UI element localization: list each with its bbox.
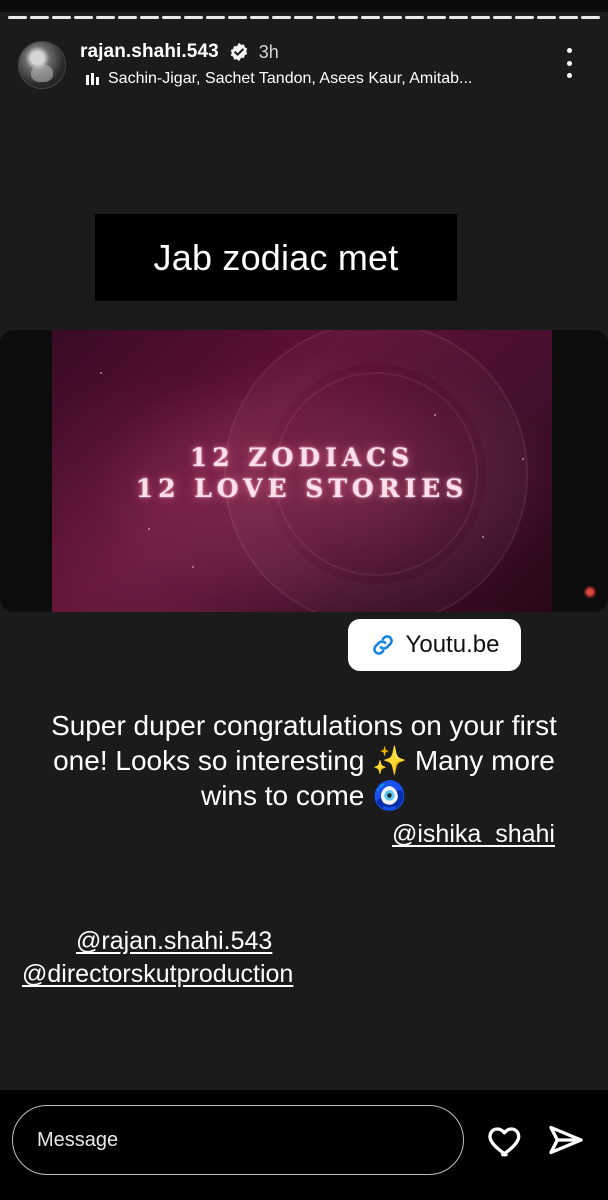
video-thumbnail[interactable]: 12 ZODIACS 12 LOVE STORIES xyxy=(52,330,552,612)
mention-directorskut[interactable]: @directorskutproduction xyxy=(22,960,293,989)
music-bars-icon xyxy=(86,73,100,85)
link-icon xyxy=(370,632,396,658)
progress-segment xyxy=(228,16,248,19)
music-text: Sachin-Jigar, Sachet Tandon, Asees Kaur,… xyxy=(108,70,473,87)
progress-segment xyxy=(558,16,578,19)
progress-segment xyxy=(96,16,116,19)
story-progress xyxy=(8,16,600,20)
thumbnail-title: 12 ZODIACS 12 LOVE STORIES xyxy=(52,442,552,504)
progress-segment xyxy=(162,16,182,19)
music-attribution[interactable]: Sachin-Jigar, Sachet Tandon, Asees Kaur,… xyxy=(86,70,556,88)
heart-icon[interactable] xyxy=(486,1121,526,1161)
progress-segment xyxy=(470,16,490,19)
message-placeholder: Message xyxy=(37,1128,119,1151)
sparkle xyxy=(192,566,194,568)
user-row: rajan.shahi.543 3h xyxy=(80,40,279,64)
progress-segment xyxy=(426,16,446,19)
link-sticker[interactable]: Youtu.be xyxy=(348,619,521,671)
thumbnail-line-1: 12 ZODIACS xyxy=(189,443,415,472)
username[interactable]: rajan.shahi.543 xyxy=(80,41,219,63)
post-time: 3h xyxy=(258,41,279,62)
progress-segment xyxy=(206,16,226,19)
mention-rajan[interactable]: @rajan.shahi.543 xyxy=(76,927,272,956)
media-indicator-icon xyxy=(584,586,596,598)
message-input[interactable]: Message xyxy=(12,1105,464,1175)
progress-segment xyxy=(448,16,468,19)
progress-segment xyxy=(250,16,270,19)
title-text: Jab zodiac met xyxy=(153,236,399,278)
progress-segment xyxy=(382,16,402,19)
title-sticker: Jab zodiac met xyxy=(95,214,457,301)
progress-segment xyxy=(338,16,358,19)
progress-segment xyxy=(580,16,600,19)
send-icon[interactable] xyxy=(546,1120,586,1160)
progress-segment xyxy=(360,16,380,19)
progress-segment xyxy=(30,16,50,19)
caption-text: Super duper congratulations on your firs… xyxy=(51,710,557,811)
thumbnail-line-2: 12 LOVE STORIES xyxy=(135,474,469,503)
progress-segment xyxy=(404,16,424,19)
progress-segment xyxy=(74,16,94,19)
mention-ishika[interactable]: @ishika_shahi xyxy=(392,820,555,849)
story-header: rajan.shahi.543 3h Sachin-Jigar, Sachet … xyxy=(14,34,598,94)
progress-segment xyxy=(514,16,534,19)
avatar[interactable] xyxy=(18,41,66,89)
more-options-icon[interactable] xyxy=(562,48,576,78)
link-text: Youtu.be xyxy=(405,631,500,658)
sparkle xyxy=(482,536,484,538)
sparkle xyxy=(148,528,150,530)
top-status-area xyxy=(0,0,608,12)
sparkle xyxy=(434,414,436,416)
verified-badge-icon xyxy=(229,42,249,62)
progress-segment xyxy=(52,16,72,19)
progress-segment xyxy=(140,16,160,19)
progress-segment xyxy=(536,16,556,19)
progress-segment xyxy=(316,16,336,19)
sparkle xyxy=(100,372,102,374)
progress-segment xyxy=(294,16,314,19)
progress-segment xyxy=(8,16,28,19)
progress-segment xyxy=(118,16,138,19)
progress-segment xyxy=(272,16,292,19)
progress-segment xyxy=(184,16,204,19)
story-media[interactable]: 12 ZODIACS 12 LOVE STORIES xyxy=(0,330,608,612)
progress-segment xyxy=(492,16,512,19)
